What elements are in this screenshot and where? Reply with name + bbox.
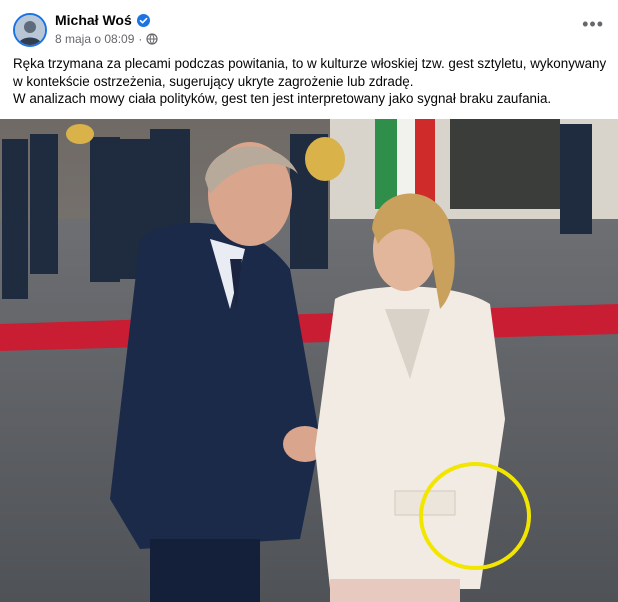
author-name[interactable]: Michał Woś (55, 12, 132, 28)
post-text: Ręka trzymana za plecami podczas powitan… (13, 55, 608, 108)
globe-icon[interactable] (146, 33, 158, 45)
verified-badge-icon (136, 13, 150, 27)
meta-separator: · (138, 32, 143, 46)
post-date[interactable]: 8 maja o 08:09 (55, 32, 134, 46)
facebook-post: Michał Woś 8 maja o 08:09 · ••• Ręka trz… (0, 0, 618, 602)
more-options-button[interactable]: ••• (582, 14, 604, 35)
author-header: Michał Woś (55, 12, 150, 28)
author-avatar[interactable] (13, 13, 47, 47)
post-text-line: W analizach mowy ciała polityków, gest t… (13, 91, 552, 106)
post-text-line: Ręka trzymana za plecami podczas powitan… (13, 56, 607, 89)
post-photo[interactable] (0, 119, 618, 602)
post-meta: 8 maja o 08:09 · (55, 32, 158, 46)
